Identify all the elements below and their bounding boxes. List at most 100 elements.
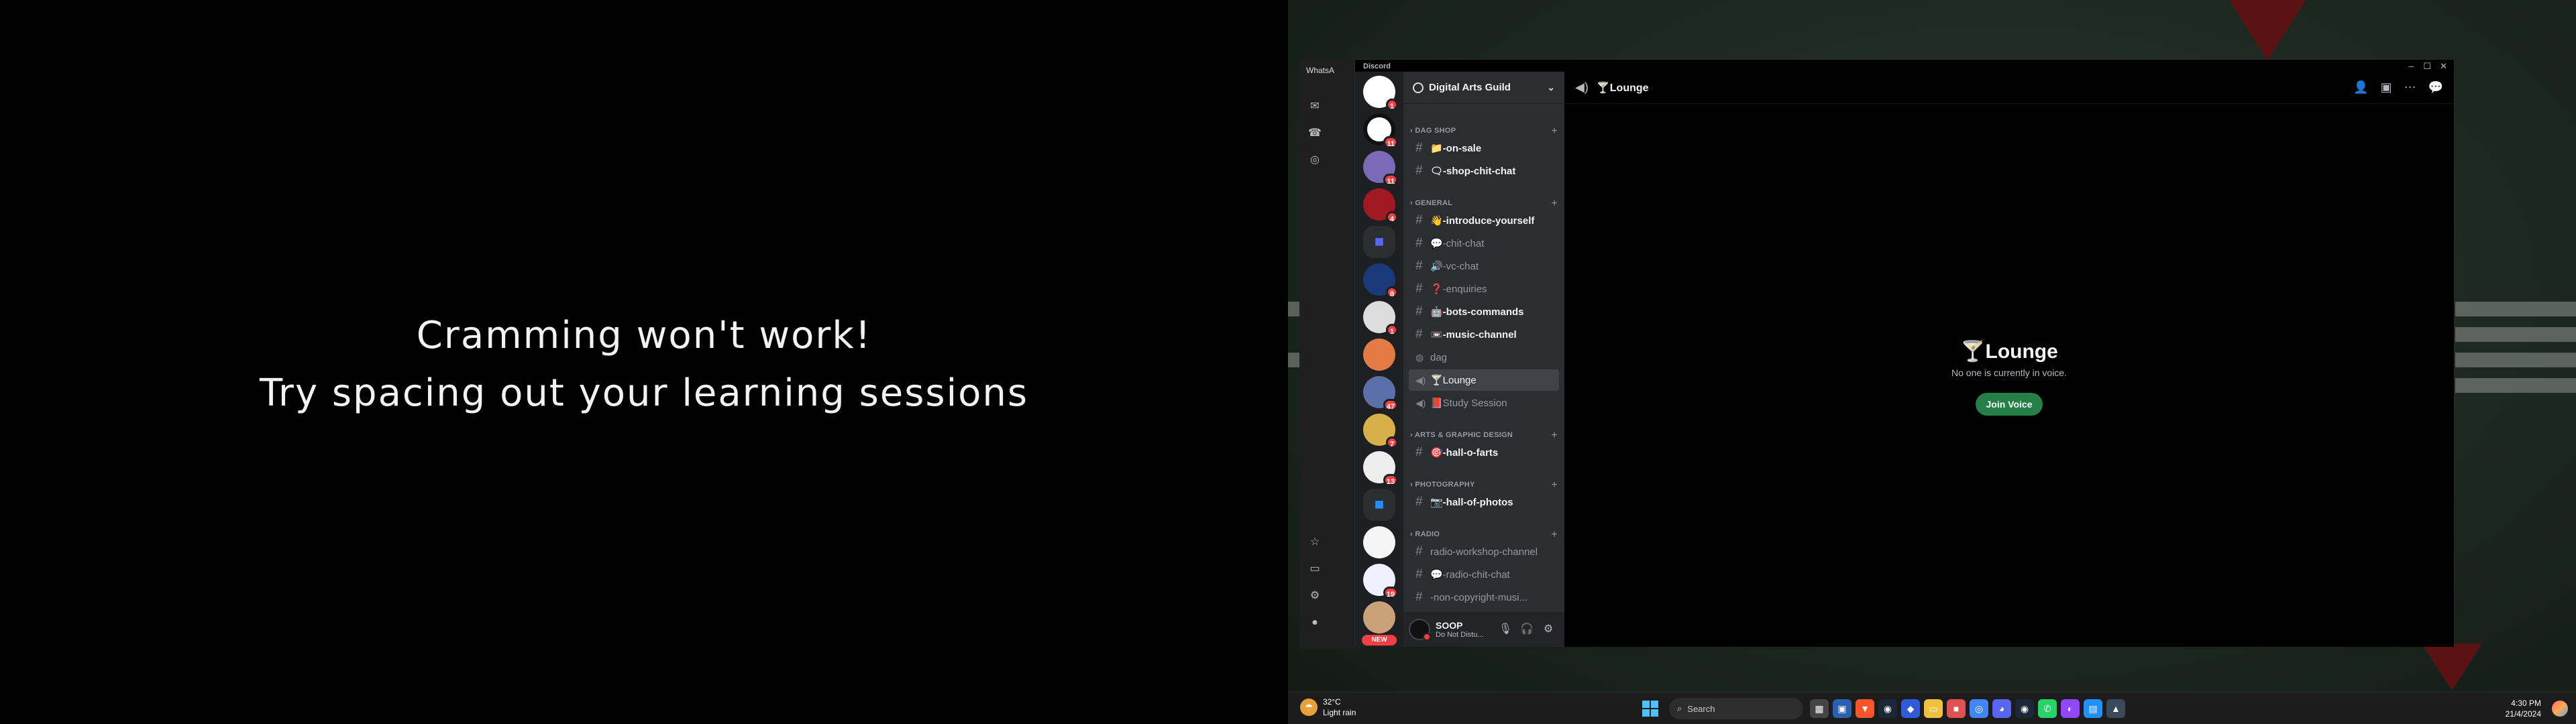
starred-icon[interactable]: ☆ bbox=[1307, 535, 1322, 550]
channel-radio-chit-chat[interactable]: # 💬-radio-chit-chat bbox=[1409, 564, 1559, 585]
gear-icon[interactable]: ⚙ bbox=[1538, 619, 1559, 640]
hash-icon: # bbox=[1415, 445, 1423, 459]
steam-icon[interactable]: ◉ bbox=[1878, 699, 1897, 718]
close-button[interactable]: ✕ bbox=[2440, 61, 2447, 72]
discord-window: Discord – ☐ ✕ 1 11 11 4 ■ 8 1 47 7 13 ■ … bbox=[1354, 59, 2455, 647]
widgets-icon[interactable]: ▣ bbox=[1833, 699, 1851, 718]
category-label: PHOTOGRAPHY bbox=[1415, 481, 1475, 489]
chat-icon[interactable]: 💬 bbox=[2428, 80, 2443, 95]
speaker-icon: ◀) bbox=[1415, 397, 1426, 408]
app-icon[interactable]: ◐ bbox=[2061, 699, 2080, 718]
channel-study-session[interactable]: ◀) 📕Study Session bbox=[1409, 392, 1559, 414]
server-icon[interactable]: 1 bbox=[1363, 76, 1398, 111]
voice-empty-message: No one is currently in voice. bbox=[1951, 367, 2067, 378]
chats-icon[interactable]: ✉ bbox=[1307, 99, 1322, 114]
file-explorer-icon[interactable]: ▭ bbox=[1924, 699, 1943, 718]
channel-non-copyright-music[interactable]: # -non-copyright-musi... bbox=[1409, 587, 1559, 608]
add-channel-icon[interactable]: + bbox=[1551, 125, 1558, 137]
unread-badge: 1 bbox=[1386, 324, 1398, 336]
channel-bots-commands[interactable]: # 🤖-bots-commands bbox=[1409, 301, 1559, 322]
microphone-icon[interactable]: 🎙 bbox=[1495, 619, 1516, 640]
channel-introduce-yourself[interactable]: # 👋-introduce-yourself bbox=[1409, 210, 1559, 231]
settings-icon[interactable]: ⚙ bbox=[1307, 589, 1322, 603]
add-user-icon[interactable]: 👤 bbox=[2353, 80, 2368, 95]
taskbar-search[interactable]: ⌕ Search bbox=[1669, 698, 1803, 719]
activity-icon[interactable]: ▣ bbox=[2381, 80, 2392, 95]
discord-icon[interactable]: ◕ bbox=[1992, 699, 2011, 718]
start-button[interactable] bbox=[1642, 701, 1658, 717]
channel-shop-chit-chat[interactable]: # 🗨-shop-chit-chat bbox=[1409, 160, 1559, 182]
server-icon[interactable]: 11 bbox=[1363, 113, 1398, 148]
server-icon[interactable]: 8 bbox=[1363, 263, 1398, 298]
speaker-icon: ◀) bbox=[1575, 80, 1589, 94]
profile-icon[interactable]: ● bbox=[1307, 615, 1322, 630]
server-icon[interactable] bbox=[1363, 526, 1395, 558]
join-voice-button[interactable]: Join Voice bbox=[1975, 393, 2043, 416]
channel-on-sale[interactable]: # 📁-on-sale bbox=[1409, 137, 1559, 159]
server-icon[interactable]: 13 bbox=[1363, 451, 1398, 486]
category-arts-graphic-design[interactable]: › ARTS & GRAPHIC DESIGN + bbox=[1410, 430, 1558, 442]
server-icon[interactable]: 1 bbox=[1363, 301, 1398, 336]
whatsapp-title: WhatsA bbox=[1306, 66, 1335, 75]
archive-icon[interactable]: ▭ bbox=[1307, 562, 1322, 577]
add-channel-icon[interactable]: + bbox=[1551, 430, 1558, 442]
channel-enquiries[interactable]: # ❓-enquiries bbox=[1409, 278, 1559, 300]
channel-vc-chat[interactable]: # 🔊-vc-chat bbox=[1409, 255, 1559, 277]
add-channel-icon[interactable]: + bbox=[1551, 479, 1558, 491]
weather-icon: ☂ bbox=[1300, 699, 1318, 716]
add-channel-icon[interactable]: + bbox=[1551, 529, 1558, 541]
server-header[interactable]: Digital Arts Guild ⌄ bbox=[1403, 72, 1564, 104]
task-view-icon[interactable]: ▦ bbox=[1810, 699, 1829, 718]
temperature: 32°C bbox=[1323, 697, 1341, 707]
weather-widget[interactable]: ☂ 32°C Light rain bbox=[1300, 697, 1356, 718]
whatsapp-window[interactable]: WhatsA ✉ ☎ ◎ ☆ ▭ ⚙ ● bbox=[1299, 59, 1360, 649]
folder-icon: ■ bbox=[1363, 226, 1395, 258]
category-photography[interactable]: › PHOTOGRAPHY + bbox=[1410, 479, 1558, 491]
channel-radio-workshop[interactable]: # radio-workshop-channel bbox=[1409, 541, 1559, 562]
channel-label: 📁-on-sale bbox=[1430, 143, 1482, 154]
copilot-icon[interactable] bbox=[2552, 701, 2568, 717]
steam-icon[interactable]: ◉ bbox=[2015, 699, 2034, 718]
server-folder[interactable]: ■ bbox=[1363, 226, 1395, 258]
server-icon[interactable]: 4 bbox=[1363, 188, 1398, 223]
more-options-icon[interactable]: ⋯ bbox=[2404, 80, 2416, 95]
server-icon[interactable] bbox=[1363, 601, 1395, 634]
channel-chit-chat[interactable]: # 💬-chit-chat bbox=[1409, 233, 1559, 254]
minimize-button[interactable]: – bbox=[2409, 61, 2414, 71]
app-icon[interactable]: ■ bbox=[1947, 699, 1966, 718]
headphones-icon[interactable]: 🎧 bbox=[1516, 619, 1538, 640]
server-icon[interactable]: 7 bbox=[1363, 414, 1398, 448]
app-icon[interactable]: ◆ bbox=[1901, 699, 1920, 718]
channel-hall-o-farts[interactable]: # 🎯-hall-o-farts bbox=[1409, 442, 1559, 463]
new-badge: NEW bbox=[1362, 635, 1397, 646]
notepad-icon[interactable]: ▤ bbox=[2084, 699, 2102, 718]
category-general[interactable]: › GENERAL + bbox=[1410, 198, 1558, 210]
channel-music-channel[interactable]: # 📼-music-channel bbox=[1409, 324, 1559, 345]
channel-title: 🍸Lounge bbox=[1596, 82, 1649, 94]
server-icon[interactable]: 47 bbox=[1363, 376, 1398, 411]
category-radio[interactable]: › RADIO + bbox=[1410, 529, 1558, 541]
hash-icon: # bbox=[1415, 304, 1423, 318]
avatar[interactable] bbox=[1409, 619, 1431, 641]
server-icon[interactable]: 19 bbox=[1363, 564, 1398, 599]
category-dag-shop[interactable]: › DAG SHOP + bbox=[1410, 125, 1558, 137]
maximize-button[interactable]: ☐ bbox=[2423, 61, 2431, 72]
chevron-down-icon: ⌄ bbox=[1547, 82, 1555, 93]
channel-lounge[interactable]: ◀) 🍸Lounge bbox=[1409, 369, 1559, 391]
server-icon[interactable]: 11 bbox=[1363, 151, 1398, 186]
server-folder[interactable]: ■ bbox=[1363, 489, 1395, 521]
add-channel-icon[interactable]: + bbox=[1551, 198, 1558, 210]
channel-dag[interactable]: ◍ dag bbox=[1409, 347, 1559, 368]
user-info[interactable]: SOOP Do Not Distu... bbox=[1436, 620, 1484, 639]
brave-browser-icon[interactable]: ▼ bbox=[1856, 699, 1874, 718]
calls-icon[interactable]: ☎ bbox=[1307, 126, 1322, 141]
weather-text: 32°C Light rain bbox=[1323, 697, 1356, 718]
whatsapp-icon[interactable]: ✆ bbox=[2038, 699, 2057, 718]
server-icon[interactable] bbox=[1363, 339, 1395, 371]
chrome-icon[interactable]: ◎ bbox=[1970, 699, 1988, 718]
app-icon[interactable]: ▲ bbox=[2106, 699, 2125, 718]
status-icon[interactable]: ◎ bbox=[1307, 153, 1322, 168]
user-panel: SOOP Do Not Distu... 🎙 🎧 ⚙ bbox=[1403, 612, 1564, 647]
channel-hall-of-photos[interactable]: # 📷-hall-of-photos bbox=[1409, 491, 1559, 513]
system-clock[interactable]: 4:30 PM 21/4/2024 bbox=[2506, 698, 2541, 719]
